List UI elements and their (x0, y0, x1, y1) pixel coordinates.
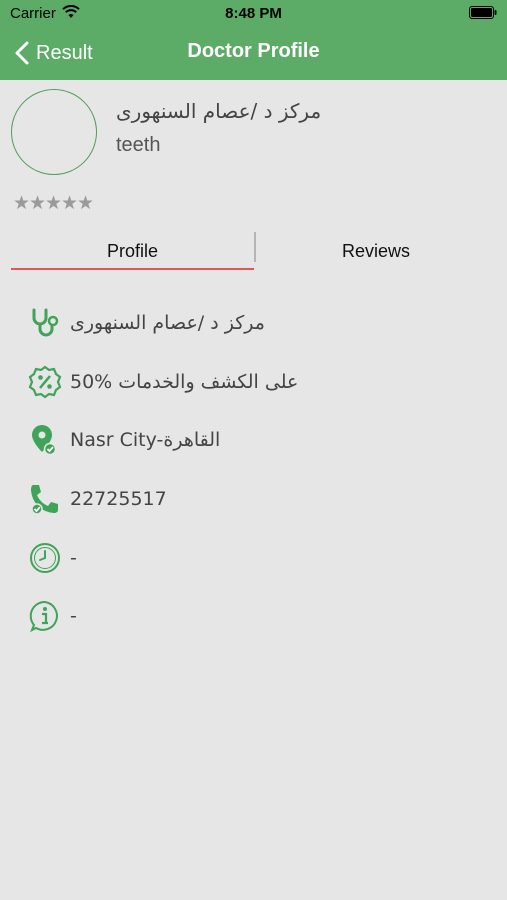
info-row-notes: - (28, 598, 77, 634)
info-row-clinic: مركز د /عصام السنهورى (28, 305, 265, 341)
page-title: Doctor Profile (187, 40, 320, 62)
info-row-location: Nasr City-القاهرة (28, 422, 220, 458)
notes-text: - (70, 605, 77, 627)
info-row-phone[interactable]: 22725517 (28, 481, 167, 517)
phone-number: 22725517 (70, 488, 167, 510)
clinic-name: مركز د /عصام السنهورى (70, 312, 265, 334)
clock-icon (30, 543, 60, 573)
star-icon: ★ (77, 192, 95, 214)
battery-icon (469, 6, 497, 19)
star-icon: ★ (29, 192, 47, 214)
tab-reviews[interactable]: Reviews (256, 232, 496, 270)
star-icon: ★ (13, 192, 31, 214)
address-text: Nasr City-القاهرة (70, 429, 221, 451)
status-time: 8:48 PM (225, 5, 282, 22)
status-bar: Carrier 8:48 PM (0, 0, 507, 28)
info-row-discount: 50% على الكشف والخدمات (28, 364, 298, 400)
navigation-header: Carrier 8:48 PM Result Doctor Profile (0, 0, 507, 80)
profile-tabs: Profile Reviews (0, 232, 507, 272)
info-icon (29, 600, 58, 633)
doctor-name: مركز د /عصام السنهورى (116, 99, 322, 123)
star-icon: ★ (61, 192, 79, 214)
info-row-hours: - (28, 540, 77, 576)
star-icon: ★ (45, 192, 63, 214)
rating-stars: ★ ★ ★ ★ ★ (13, 192, 95, 214)
discount-text: 50% على الكشف والخدمات (70, 371, 299, 393)
phone-icon (31, 485, 58, 515)
discount-badge-icon (28, 365, 62, 399)
doctor-specialty: teeth (116, 134, 161, 156)
selected-tab-indicator (11, 268, 254, 270)
tab-profile[interactable]: Profile (11, 232, 254, 270)
stethoscope-icon (32, 308, 59, 337)
working-hours-text: - (70, 547, 77, 569)
doctor-avatar (11, 89, 97, 175)
location-pin-icon (32, 425, 57, 456)
